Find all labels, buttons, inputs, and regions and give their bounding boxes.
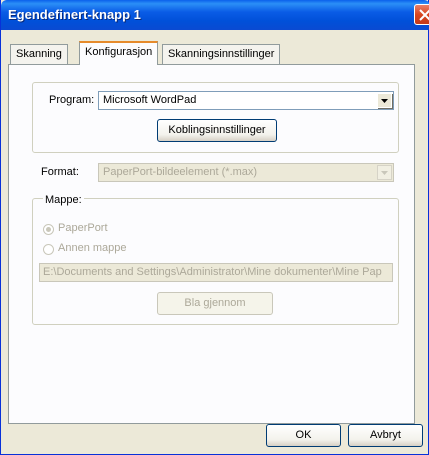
program-select-value: Microsoft WordPad xyxy=(103,94,197,106)
dialog-window: Egendefinert-knapp 1 Skanning Konfiguras… xyxy=(0,0,429,455)
format-label: Format: xyxy=(41,166,79,178)
folder-group-label: Mappe: xyxy=(43,194,84,206)
chevron-down-icon xyxy=(381,171,388,175)
program-label: Program: xyxy=(49,94,95,106)
tab-skanningsinnstillinger-label: Skanningsinnstillinger xyxy=(168,48,275,60)
folder-path-value: E:\Documents and Settings\Administrator\… xyxy=(43,266,382,278)
program-group: Program: Microsoft WordPad Koblingsinnst… xyxy=(32,82,399,153)
close-button[interactable] xyxy=(414,4,429,25)
title-bar[interactable]: Egendefinert-knapp 1 xyxy=(1,0,429,30)
cancel-button[interactable]: Avbryt xyxy=(348,424,423,447)
tab-panel-konfigurasjon: Program: Microsoft WordPad Koblingsinnst… xyxy=(8,64,415,424)
format-select-value: PaperPort-bildeelement (*.max) xyxy=(103,166,258,178)
tab-skanning[interactable]: Skanning xyxy=(10,44,68,64)
format-select[interactable]: PaperPort-bildeelement (*.max) xyxy=(98,163,394,182)
window-title: Egendefinert-knapp 1 xyxy=(8,7,141,22)
program-select[interactable]: Microsoft WordPad xyxy=(98,91,394,110)
other-folder-radio-label: Annen mappe xyxy=(58,242,127,254)
folder-path-input[interactable]: E:\Documents and Settings\Administrator\… xyxy=(39,263,393,282)
tab-skanningsinnstillinger[interactable]: Skanningsinnstillinger xyxy=(162,44,281,64)
paperport-radio-label: PaperPort xyxy=(58,222,108,234)
format-dropdown-button[interactable] xyxy=(377,165,392,180)
paperport-radio[interactable] xyxy=(43,224,54,235)
other-folder-radio[interactable] xyxy=(43,244,54,255)
chevron-down-icon xyxy=(381,99,388,103)
browse-button[interactable]: Bla gjennom xyxy=(157,292,273,315)
tab-konfigurasjon[interactable]: Konfigurasjon xyxy=(79,41,159,65)
tab-konfigurasjon-label: Konfigurasjon xyxy=(85,46,153,58)
link-settings-button[interactable]: Koblingsinnstillinger xyxy=(157,119,277,142)
close-icon xyxy=(419,9,429,21)
ok-button[interactable]: OK xyxy=(266,424,341,447)
program-dropdown-button[interactable] xyxy=(377,93,392,108)
tab-skanning-label: Skanning xyxy=(16,48,62,60)
folder-group: Mappe: PaperPort Annen mappe E:\Document… xyxy=(32,194,399,325)
